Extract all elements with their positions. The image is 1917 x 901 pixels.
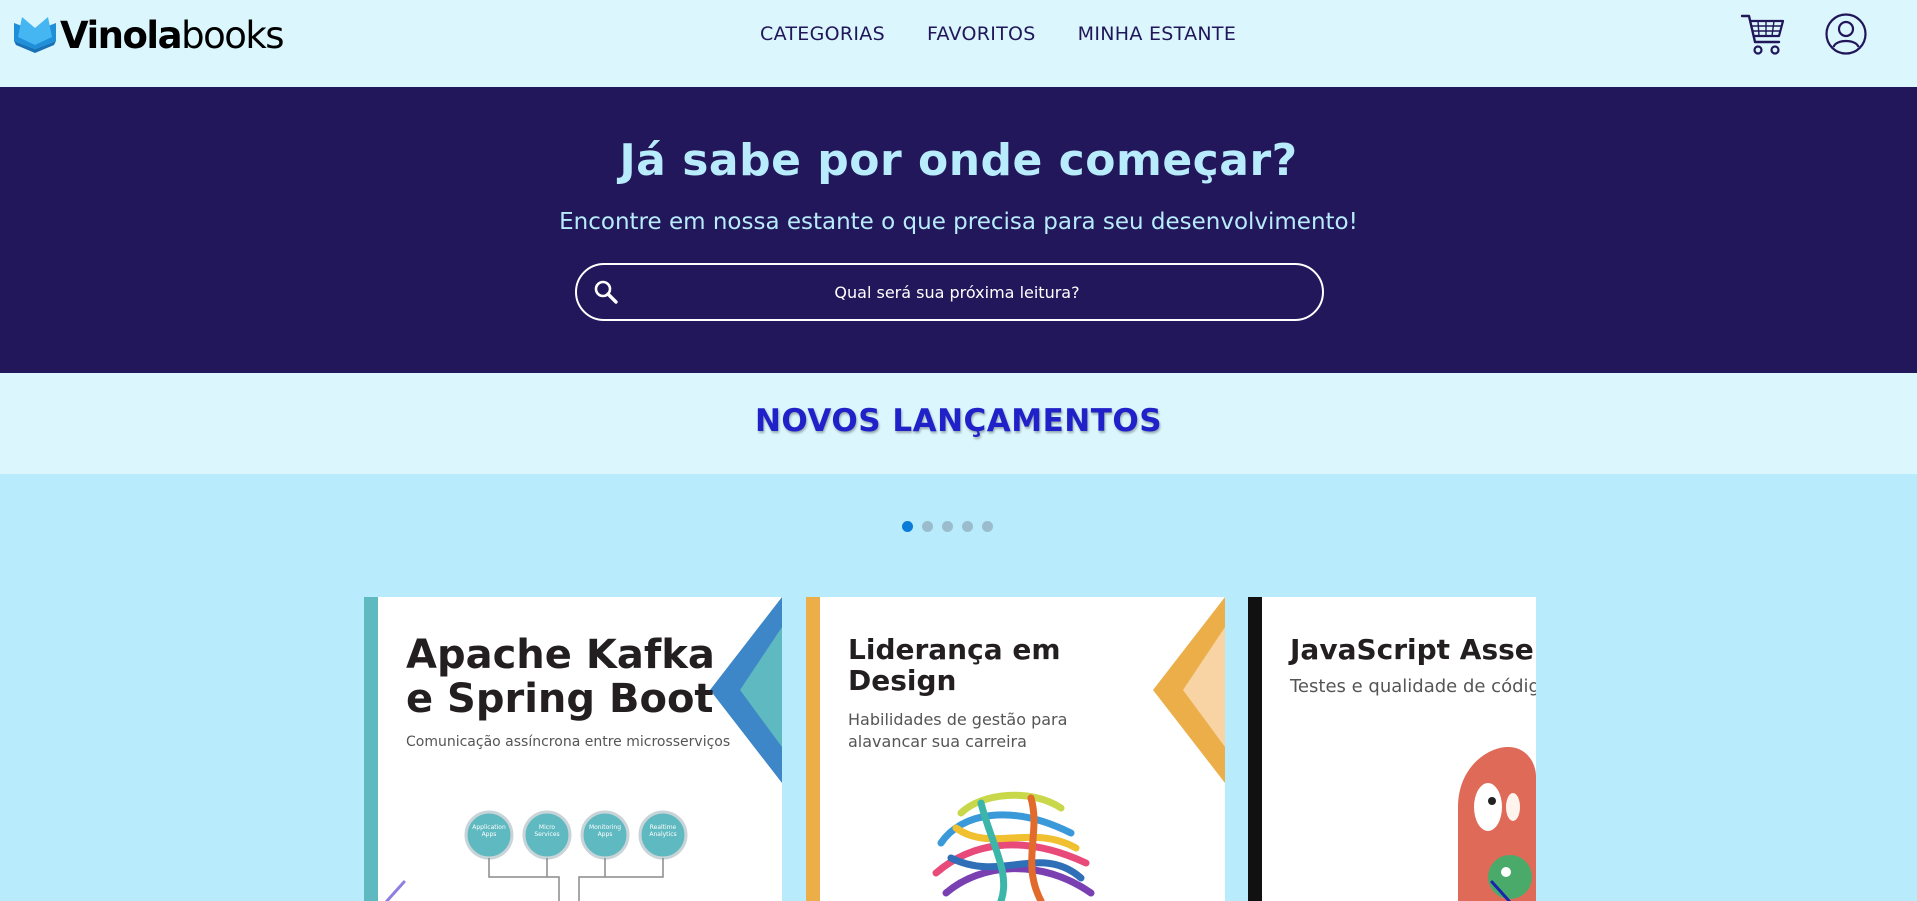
hero-banner: Já sabe por onde começar? Encontre em no… bbox=[0, 87, 1917, 373]
kafka-node-label: Realtime Analytics bbox=[649, 824, 677, 839]
logo-text-vinola: Vinola bbox=[60, 13, 183, 57]
book-title: JavaScript Asserti bbox=[1290, 633, 1536, 666]
carousel-dot-2[interactable] bbox=[922, 521, 933, 532]
carousel-dot-5[interactable] bbox=[982, 521, 993, 532]
brain-scribble-illustration bbox=[932, 791, 1095, 901]
user-icon[interactable] bbox=[1824, 12, 1868, 56]
book-spine-stripe bbox=[1248, 597, 1262, 901]
logo-text-books: books bbox=[181, 13, 284, 57]
hero-subtitle: Encontre em nossa estante o que precisa … bbox=[559, 209, 1358, 235]
carousel-dot-3[interactable] bbox=[942, 521, 953, 532]
carousel-prev-arrow-icon[interactable] bbox=[380, 880, 416, 901]
kafka-node-label: Monitoring Apps bbox=[588, 824, 622, 839]
book-spine-stripe bbox=[806, 597, 820, 901]
search-input[interactable] bbox=[637, 275, 1277, 309]
carousel-dot-1[interactable] bbox=[902, 521, 913, 532]
book-subtitle: Testes e qualidade de código em todas as… bbox=[1290, 676, 1536, 697]
site-logo[interactable]: Vinolabooks bbox=[12, 13, 285, 57]
cart-icon[interactable] bbox=[1740, 12, 1786, 58]
carousel-pagination bbox=[902, 521, 993, 532]
carousel-next-arrow-icon[interactable] bbox=[1486, 880, 1522, 901]
kafka-node-label: Micro Services bbox=[534, 824, 560, 839]
search-icon[interactable] bbox=[593, 279, 619, 305]
kafka-node-label: Application Apps bbox=[472, 824, 506, 839]
book-card-lideranca-em-design[interactable]: Liderança em Design Habilidades de gestã… bbox=[806, 597, 1225, 901]
book-subtitle: Comunicação assíncrona entre microsservi… bbox=[406, 734, 731, 750]
logo-text: Vinolabooks bbox=[60, 13, 285, 57]
main-nav: CATEGORIAS FAVORITOS MINHA ESTANTE bbox=[760, 23, 1236, 45]
hero-title: Já sabe por onde começar? bbox=[619, 135, 1298, 186]
book-title: Liderança em Design bbox=[848, 633, 1061, 697]
nav-item-favoritos[interactable]: FAVORITOS bbox=[927, 23, 1036, 45]
robot-mascot-illustration bbox=[1458, 747, 1536, 901]
nav-item-categorias[interactable]: CATEGORIAS bbox=[760, 23, 885, 45]
book-title: Apache Kafka e Spring Boot bbox=[406, 632, 715, 722]
kafka-diagram bbox=[464, 810, 688, 901]
new-releases-header: NOVOS LANÇAMENTOS bbox=[0, 373, 1917, 474]
cover-chevron-decoration bbox=[1153, 597, 1225, 783]
kafka-node-labels: Application Apps Micro Services Monitori… bbox=[465, 824, 699, 854]
top-navigation-bar: Vinolabooks CATEGORIAS FAVORITOS MINHA E… bbox=[0, 0, 1917, 87]
open-book-icon bbox=[14, 17, 56, 53]
book-card-apache-kafka[interactable]: Apache Kafka e Spring Boot Comunicação a… bbox=[364, 597, 782, 901]
carousel-dot-4[interactable] bbox=[962, 521, 973, 532]
book-subtitle: Habilidades de gestão para alavancar sua… bbox=[848, 710, 1068, 751]
book-card-javascript-assertivo[interactable]: JavaScript Asserti Testes e qualidade de… bbox=[1248, 597, 1536, 901]
search-box bbox=[575, 263, 1324, 321]
cover-chevron-decoration bbox=[710, 597, 782, 783]
nav-item-minha-estante[interactable]: MINHA ESTANTE bbox=[1078, 23, 1236, 45]
book-spine-stripe bbox=[364, 597, 378, 901]
section-title: NOVOS LANÇAMENTOS bbox=[754, 403, 1163, 439]
